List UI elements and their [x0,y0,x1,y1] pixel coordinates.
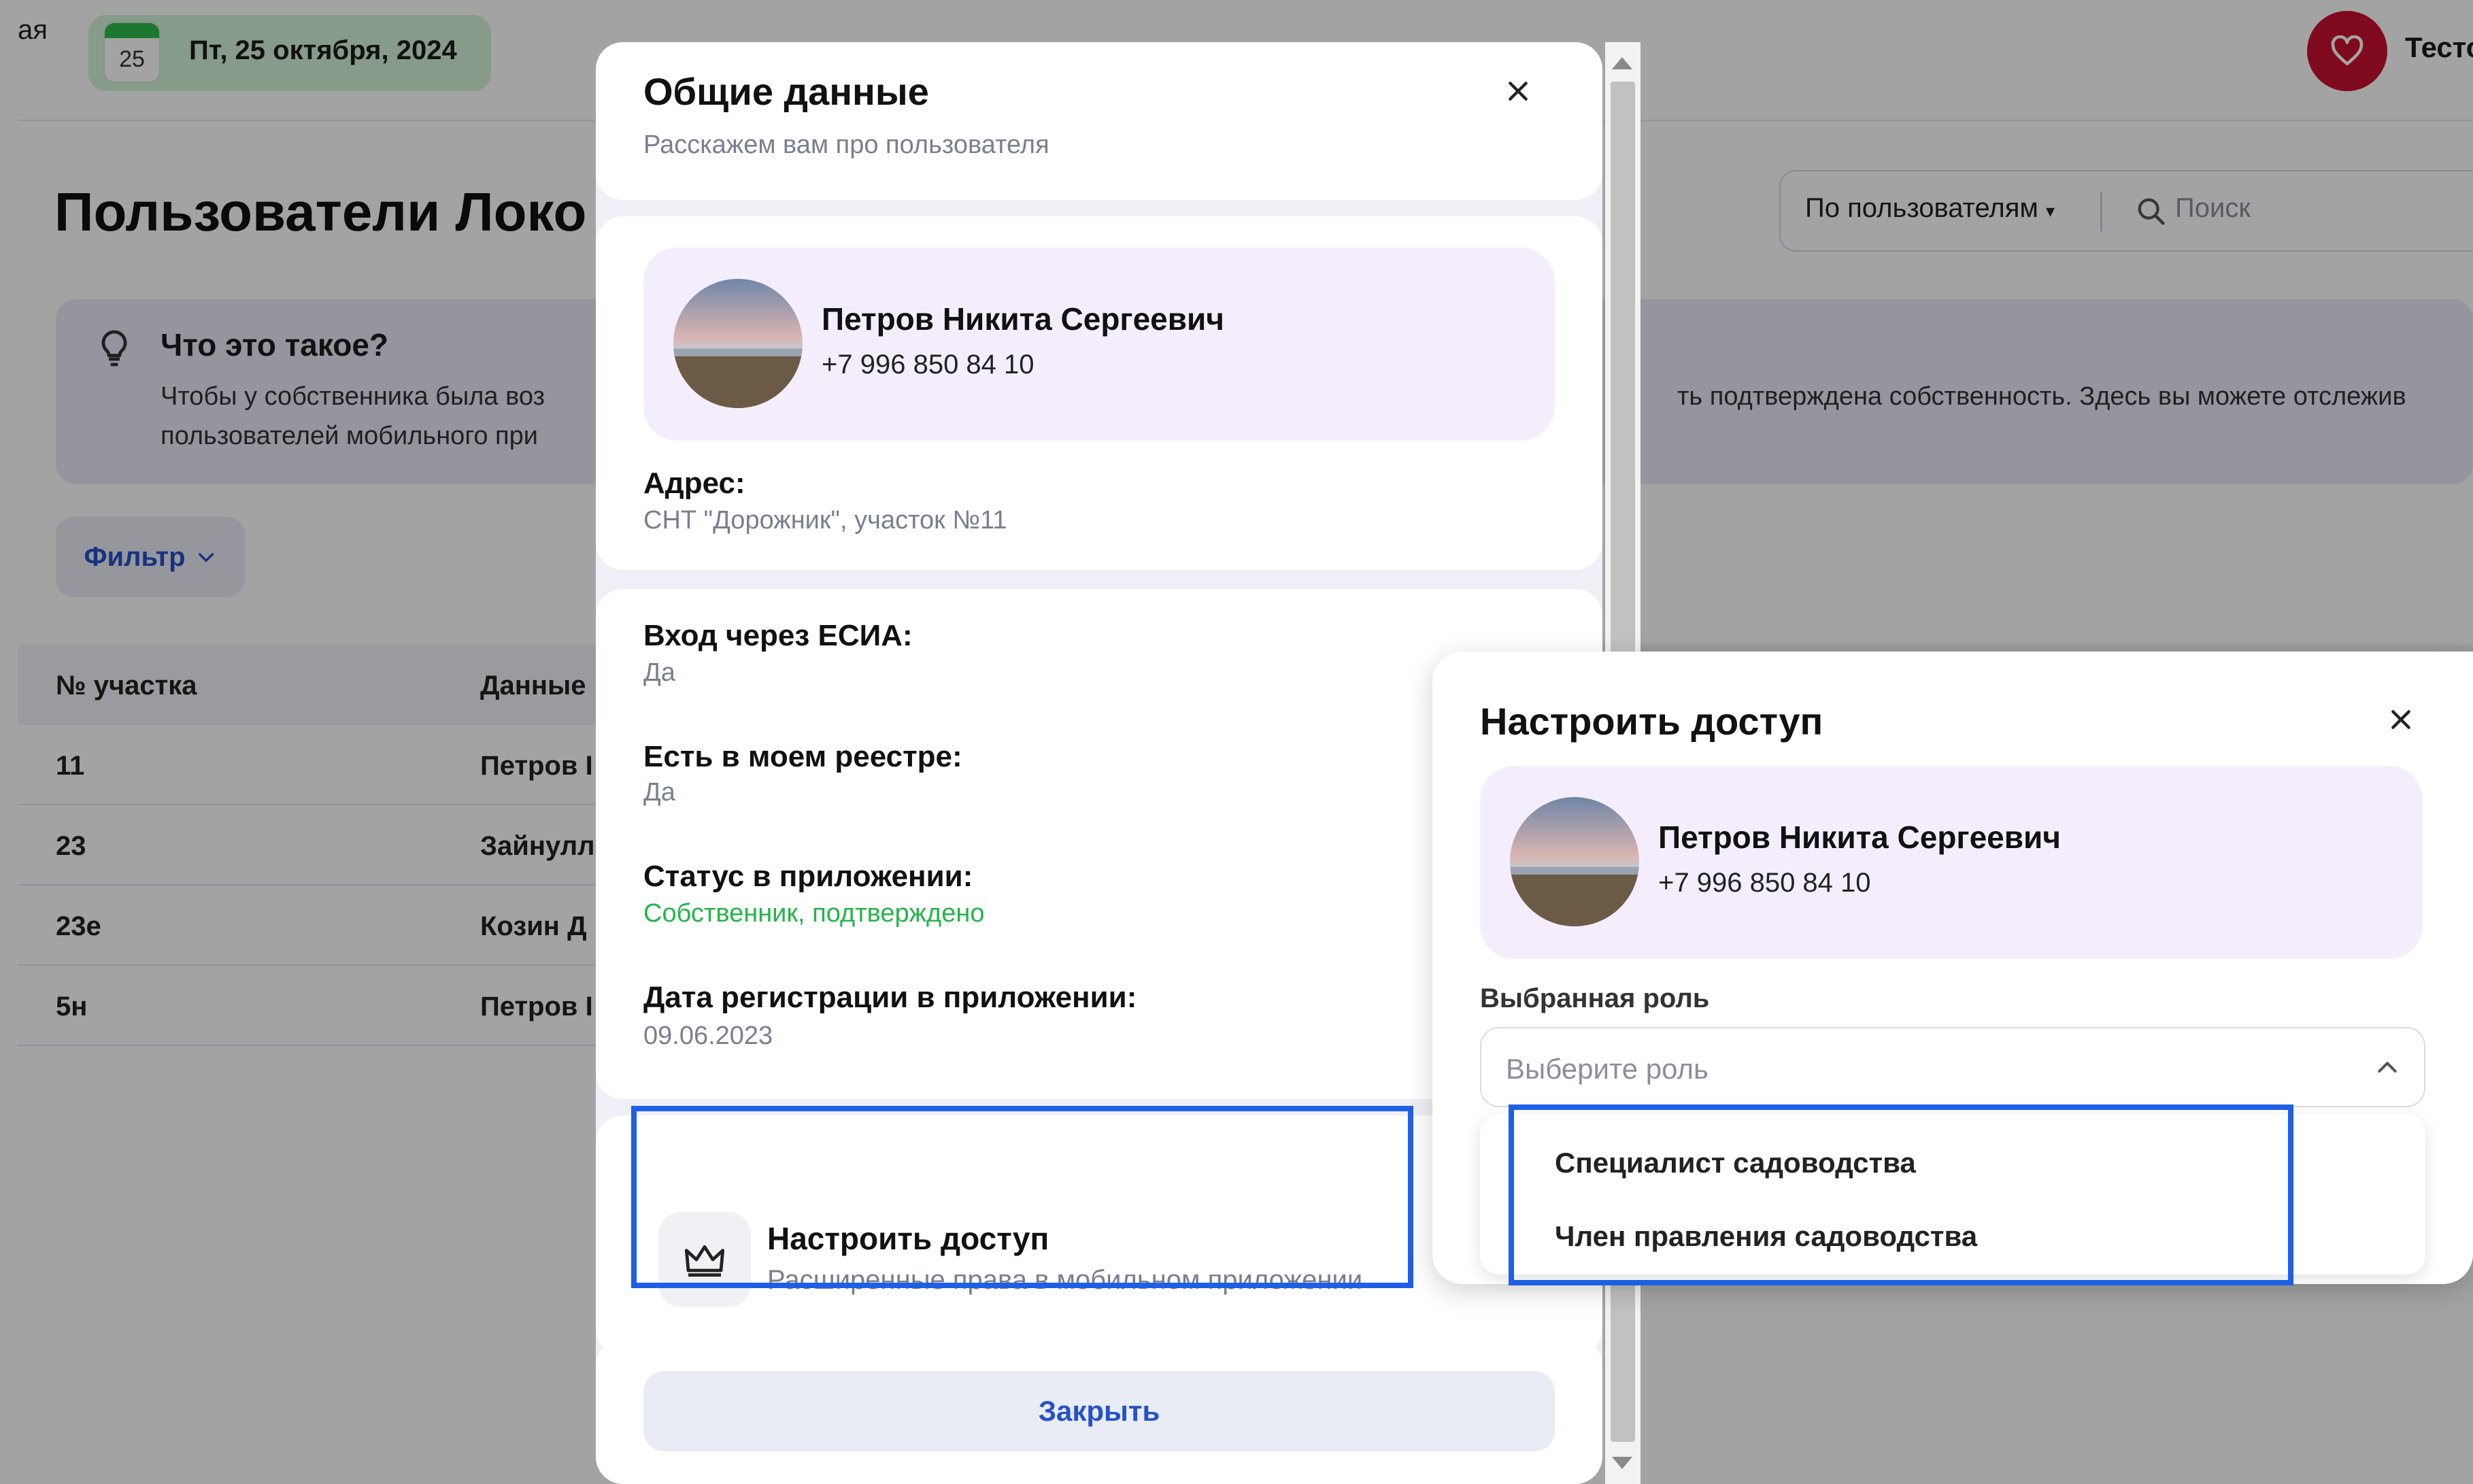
registry-label: Есть в моем реестре: [643,740,962,773]
address-value: СНТ "Дорожник", участок №11 [643,506,1007,535]
registry-value: Да [643,778,675,807]
user-name: Петров Никита Сергеевич [822,301,1225,337]
status-label: Статус в приложении: [643,860,973,893]
avatar [1510,797,1639,926]
close-button[interactable]: Закрыть [643,1371,1555,1451]
user-name: Петров Никита Сергеевич [1658,820,2062,855]
highlight-configure-access [631,1106,1413,1288]
address-label: Адрес: [643,467,745,500]
user-phone: +7 996 850 84 10 [1658,868,1871,898]
user-profile: Петров Никита Сергеевич +7 996 850 84 10 [643,248,1555,441]
modal-title: Общие данные [643,70,929,113]
role-label: Выбранная роль [1480,983,1710,1013]
regdate-value: 09.06.2023 [643,1022,773,1050]
esia-label: Вход через ЕСИА: [643,619,913,652]
chevron-up-icon [2374,1054,2401,1085]
close-icon[interactable] [1504,78,1532,108]
status-value: Собственник, подтверждено [643,899,985,928]
regdate-label: Дата регистрации в приложении: [643,981,1137,1014]
esia-value: Да [643,658,675,687]
close-button-label: Закрыть [1038,1395,1160,1427]
modal-subtitle: Расскажем вам про пользователя [643,131,1049,159]
highlight-role-options [1509,1104,2293,1285]
role-select[interactable]: Выберите роль [1480,1027,2425,1107]
user-phone: +7 996 850 84 10 [822,350,1034,380]
scroll-up-arrow[interactable] [1612,57,1632,69]
scroll-down-arrow[interactable] [1612,1457,1632,1469]
modal-title: Настроить доступ [1480,700,1823,743]
avatar [673,279,803,408]
close-icon[interactable] [2387,706,2415,737]
user-profile: Петров Никита Сергеевич +7 996 850 84 10 [1480,766,2423,959]
header-card: Общие данные Расскажем вам про пользоват… [596,42,1602,200]
role-placeholder: Выберите роль [1506,1053,1709,1085]
